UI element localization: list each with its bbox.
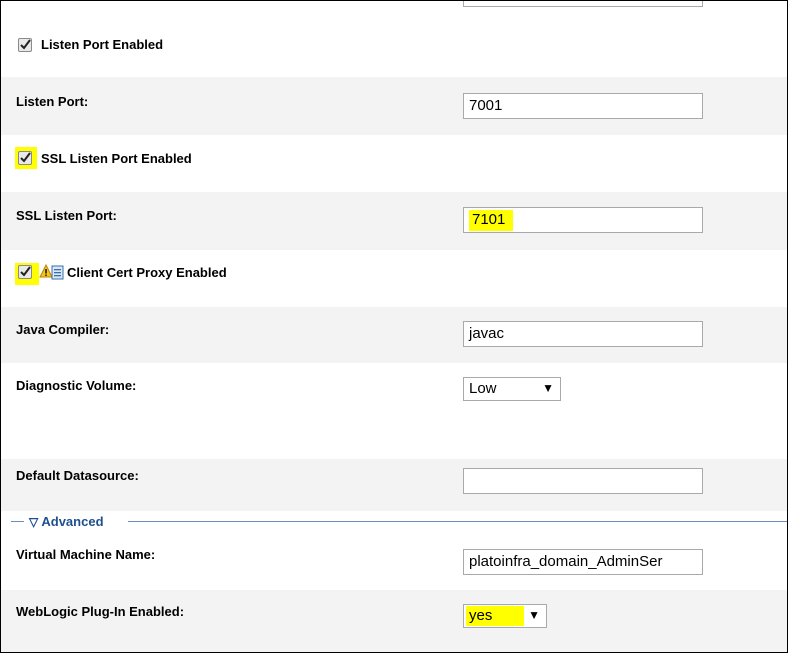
collapse-icon: ▽	[29, 515, 39, 529]
advanced-toggle[interactable]: ▽ Advanced	[29, 514, 104, 529]
advanced-divider-left	[11, 521, 24, 522]
check-icon	[20, 266, 31, 277]
diagnostic-volume-label: Diagnostic Volume:	[16, 378, 137, 393]
form-row-default-datasource: Default Datasource:	[1, 459, 787, 511]
ssl-listen-port-label: SSL Listen Port:	[16, 208, 117, 223]
ssl-listen-port-input[interactable]: 7101	[463, 207, 703, 233]
ssl-listen-port-value: 7101	[469, 210, 514, 231]
listen-port-enabled-label: Listen Port Enabled	[41, 37, 164, 52]
java-compiler-input[interactable]: javac	[463, 321, 703, 347]
chevron-down-icon: ▼	[528, 608, 540, 622]
diagnostic-volume-value: Low	[469, 380, 497, 397]
listen-port-label: Listen Port:	[16, 94, 89, 109]
ssl-listen-port-enabled-label: SSL Listen Port Enabled	[41, 151, 192, 166]
ssl-listen-port-enabled-checkbox[interactable]	[18, 151, 32, 165]
virtual-machine-name-input[interactable]: platoinfra_domain_AdminSer	[463, 549, 703, 575]
client-cert-proxy-enabled-checkbox[interactable]	[18, 265, 32, 279]
form-row-weblogic-plugin-enabled: WebLogic Plug-In Enabled: yes ▼	[1, 590, 787, 652]
default-datasource-input[interactable]	[463, 468, 703, 494]
diagnostic-volume-select[interactable]: Low ▼	[463, 377, 561, 401]
form-row-ssl-listen-port: SSL Listen Port: 7101	[1, 192, 787, 251]
restart-required-icon	[48, 264, 64, 283]
form-row-listen-port: Listen Port: 7001	[1, 77, 787, 136]
client-cert-proxy-enabled-label: Client Cert Proxy Enabled	[67, 265, 227, 280]
virtual-machine-name-label: Virtual Machine Name:	[16, 547, 156, 562]
advanced-divider-right	[128, 521, 787, 522]
form-row-ssl-listen-port-enabled: SSL Listen Port Enabled	[1, 135, 787, 193]
weblogic-plugin-enabled-value: yes	[469, 607, 493, 624]
default-datasource-label: Default Datasource:	[16, 468, 139, 483]
weblogic-plugin-enabled-label: WebLogic Plug-In Enabled:	[16, 604, 185, 619]
chevron-down-icon: ▼	[542, 381, 554, 395]
check-icon	[20, 39, 31, 50]
java-compiler-label: Java Compiler:	[16, 322, 110, 337]
form-row-client-cert-proxy-enabled: Client Cert Proxy Enabled	[1, 250, 787, 308]
listen-port-enabled-checkbox[interactable]	[18, 38, 32, 52]
listen-port-input[interactable]: 7001	[463, 93, 703, 119]
check-icon	[20, 152, 31, 163]
advanced-toggle-label: Advanced	[41, 514, 104, 529]
partial-input[interactable]	[463, 1, 703, 7]
form-row-java-compiler: Java Compiler: javac	[1, 307, 787, 364]
server-config-form: Listen Port Enabled Listen Port: 7001 SS…	[0, 0, 788, 653]
form-row-virtual-machine-name: Virtual Machine Name: platoinfra_domain_…	[1, 531, 787, 591]
form-row-listen-port-enabled: Listen Port Enabled	[1, 22, 787, 78]
weblogic-plugin-enabled-select[interactable]: yes ▼	[463, 604, 547, 628]
form-row-top	[1, 1, 787, 23]
form-row-diagnostic-volume: Diagnostic Volume: Low ▼	[1, 363, 787, 460]
